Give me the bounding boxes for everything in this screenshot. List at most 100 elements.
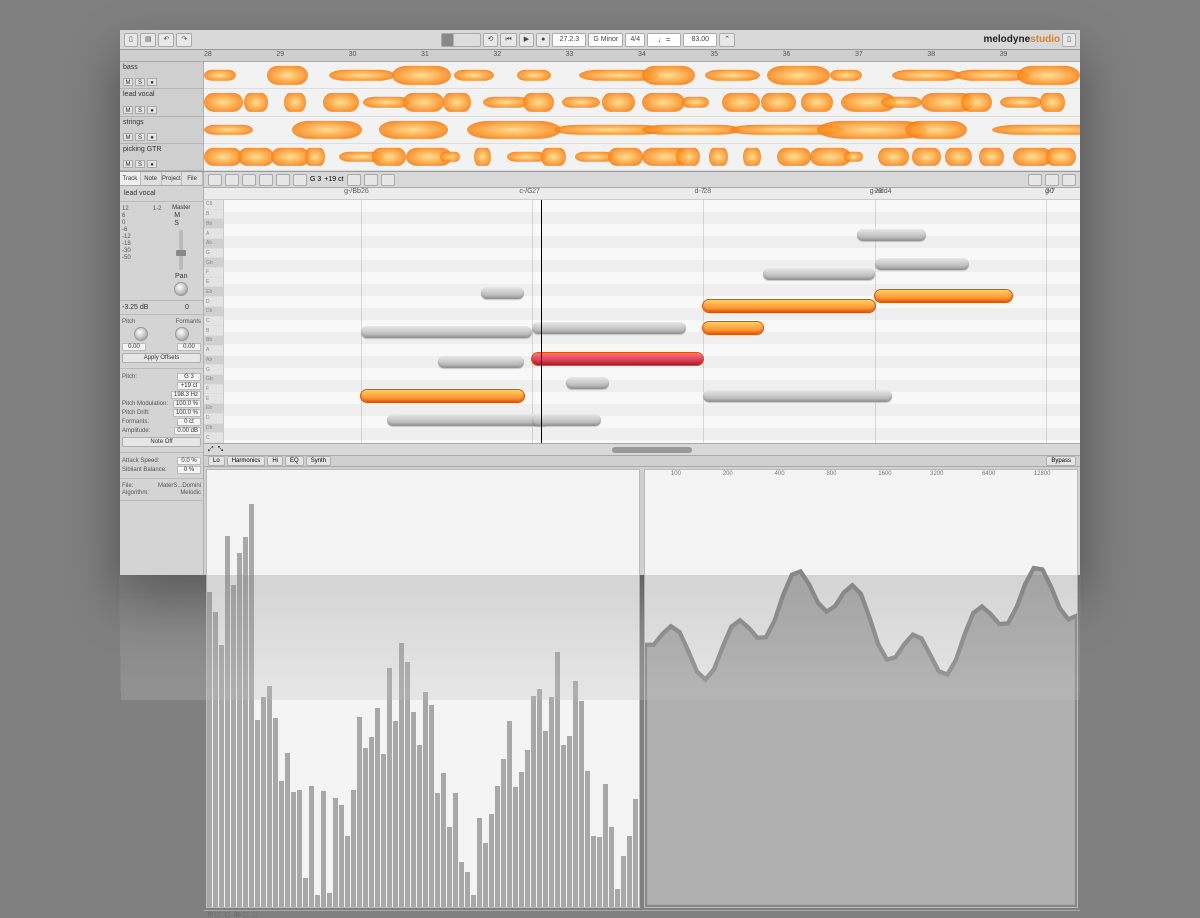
tool-sep-icon[interactable] — [364, 174, 378, 186]
track-solo-button[interactable]: S — [135, 160, 145, 168]
pitch-key[interactable]: D — [204, 297, 223, 307]
sound-tab[interactable]: Harmonics — [227, 456, 266, 466]
track-lane[interactable] — [204, 62, 1080, 89]
note-blob[interactable] — [532, 414, 600, 426]
note-blob[interactable] — [438, 356, 524, 368]
note-blob[interactable] — [532, 322, 686, 334]
pitch-key[interactable]: Ab — [204, 356, 223, 366]
pitch-key[interactable]: Ab — [204, 239, 223, 249]
sound-tab[interactable]: Lo — [208, 456, 225, 466]
pitch-ruler[interactable]: C5BBbAAbGGbFEEbDDbCBBbAAbGGbFEEbDDbC — [204, 200, 224, 443]
track-header[interactable]: strings M S ● — [120, 117, 203, 144]
inspector-tab[interactable]: File — [182, 172, 203, 185]
pitch-key[interactable]: F — [204, 268, 223, 278]
zoom-v-icon[interactable]: ⤡ — [218, 446, 224, 454]
note-blob[interactable] — [703, 322, 763, 334]
pitch-offset-value[interactable]: 0.00 — [122, 343, 146, 351]
note-blob[interactable] — [532, 353, 703, 365]
track-rec-button[interactable]: ● — [147, 78, 157, 86]
pitch-key[interactable]: Bb — [204, 336, 223, 346]
pitch-key[interactable]: Eb — [204, 404, 223, 414]
track-rec-button[interactable]: ● — [147, 160, 157, 168]
track-rec-button[interactable]: ● — [147, 106, 157, 114]
ni-amp-val[interactable]: 0.00 dB — [174, 427, 201, 435]
tool-amp-icon[interactable] — [293, 174, 307, 186]
tool-mod-icon[interactable] — [242, 174, 256, 186]
note-blob[interactable] — [361, 390, 524, 402]
pitch-key[interactable]: Gb — [204, 258, 223, 268]
pitch-key[interactable]: Db — [204, 307, 223, 317]
position-display[interactable]: 27.2.3 — [552, 33, 586, 47]
formants-offset-value[interactable]: 0.00 — [177, 343, 201, 351]
view-option-2[interactable] — [1045, 174, 1059, 186]
key-display[interactable]: G Minor — [588, 33, 623, 47]
track-lane[interactable] — [204, 89, 1080, 116]
inspector-tab[interactable]: Track — [120, 172, 141, 185]
ni-mod-val[interactable]: 100.0 % — [173, 400, 201, 408]
tool-formant-icon[interactable] — [276, 174, 290, 186]
view-option-1[interactable] — [1028, 174, 1042, 186]
cycle-button[interactable]: ⟲ — [483, 33, 499, 47]
pitch-key[interactable]: C — [204, 317, 223, 327]
note-blob[interactable] — [763, 268, 874, 280]
chord-label[interactable]: g-/Bb — [344, 188, 361, 195]
pitch-key[interactable]: E — [204, 394, 223, 404]
pitch-offset-knob[interactable] — [134, 327, 148, 341]
ni-attack-val[interactable]: 0.0 % — [177, 457, 201, 465]
tool-arrow-button[interactable]: ▤ — [140, 33, 157, 47]
pitch-key[interactable]: G — [204, 365, 223, 375]
track-lanes[interactable] — [204, 62, 1080, 171]
sound-tab[interactable]: Hi — [267, 456, 283, 466]
note-blob[interactable] — [857, 229, 925, 241]
pitch-key[interactable]: Gb — [204, 375, 223, 385]
play-button[interactable]: ▶ — [519, 33, 534, 47]
pitch-key[interactable]: C — [204, 433, 223, 443]
tool-pitch-icon[interactable] — [225, 174, 239, 186]
track-lane[interactable] — [204, 144, 1080, 171]
settings-icon[interactable]: ▯ — [1062, 33, 1076, 47]
note-blob[interactable] — [387, 414, 550, 426]
pitch-key[interactable]: A — [204, 346, 223, 356]
scroll-thumb[interactable] — [612, 447, 692, 453]
pitch-key[interactable]: G — [204, 249, 223, 259]
gear-icon[interactable] — [1062, 174, 1076, 186]
volume-fader[interactable] — [179, 230, 183, 270]
pitch-key[interactable]: F — [204, 385, 223, 395]
note-blob[interactable] — [566, 377, 609, 389]
tool-main-icon[interactable] — [208, 174, 222, 186]
ni-sib-val[interactable]: 0 % — [177, 466, 201, 474]
inspector-tab[interactable]: Note — [141, 172, 162, 185]
track-solo-button[interactable]: S — [135, 106, 145, 114]
solo-button[interactable]: S — [174, 220, 188, 227]
formants-offset-knob[interactable] — [175, 327, 189, 341]
redo-button[interactable]: ↷ — [176, 33, 192, 47]
track-header[interactable]: bass M S ● — [120, 62, 203, 89]
pitch-key[interactable]: A — [204, 229, 223, 239]
ni-pitch-cents[interactable]: +19 ct — [177, 382, 201, 390]
footer-ctl-1[interactable]: fn ▢ — [208, 911, 220, 918]
note-off-button[interactable]: Note Off — [122, 437, 201, 447]
display-mode-button[interactable]: ▯ — [124, 33, 138, 47]
footer-ctl-3[interactable]: dp ▢ — [234, 911, 248, 918]
pitch-key[interactable]: Eb — [204, 287, 223, 297]
apply-offsets-button[interactable]: Apply Offsets — [122, 353, 201, 363]
zoom-h-icon[interactable]: ⤢ — [208, 446, 214, 454]
track-name-field[interactable]: lead vocal — [122, 189, 201, 198]
track-lane[interactable] — [204, 117, 1080, 144]
pitch-key[interactable]: B — [204, 326, 223, 336]
tool-time-icon[interactable] — [347, 174, 361, 186]
track-solo-button[interactable]: S — [135, 78, 145, 86]
track-mute-button[interactable]: M — [123, 160, 133, 168]
bypass-button[interactable]: Bypass — [1046, 456, 1076, 466]
zoom-slider[interactable] — [441, 33, 481, 47]
note-blob[interactable] — [703, 390, 891, 402]
track-header[interactable]: picking GTR M S ● — [120, 144, 203, 171]
pitch-key[interactable]: B — [204, 210, 223, 220]
pitch-key[interactable]: Bb — [204, 219, 223, 229]
note-blob[interactable] — [361, 326, 532, 338]
ni-form-val[interactable]: 0 ct — [177, 418, 201, 426]
note-blob[interactable] — [875, 258, 969, 270]
chord-label[interactable]: c-/G — [519, 188, 532, 195]
note-blob[interactable] — [481, 287, 524, 299]
pitch-key[interactable]: C5 — [204, 200, 223, 210]
